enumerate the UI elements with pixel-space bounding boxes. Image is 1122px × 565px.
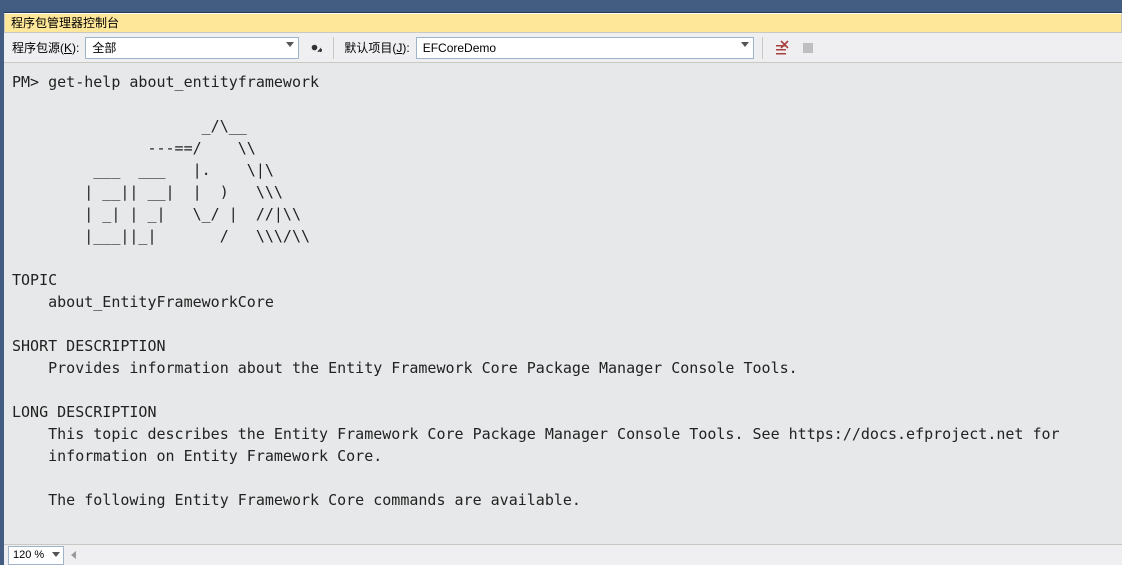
default-project-label: 默认项目(J): [342, 39, 411, 56]
chevron-down-icon [741, 42, 749, 47]
prompt: PM> [12, 73, 39, 91]
panel-title-bar: 程序包管理器控制台 [4, 13, 1122, 33]
settings-button[interactable] [303, 37, 325, 59]
chevron-down-icon [286, 42, 294, 47]
default-project-combo[interactable]: EFCoreDemo [416, 37, 754, 59]
toolbar: 程序包源(K): 全部 默认项目(J): EFCoreDemo [4, 33, 1122, 63]
gear-icon [307, 40, 322, 55]
package-source-combo[interactable]: 全部 [85, 37, 299, 59]
horizontal-scroll-left[interactable] [66, 547, 80, 564]
package-source-value: 全部 [92, 39, 116, 56]
panel-title: 程序包管理器控制台 [11, 16, 119, 30]
console-output[interactable]: PM> get-help about_entityframework _/\__… [4, 63, 1122, 544]
command-text: get-help about_entityframework [48, 73, 319, 91]
chevron-down-icon [52, 552, 60, 557]
default-project-value: EFCoreDemo [423, 41, 496, 55]
stop-icon [803, 43, 813, 53]
toolbar-separator [762, 37, 763, 59]
console-body: _/\__ ---==/ \\ ___ ___ |. \|\ | __|| __… [12, 117, 1060, 509]
zoom-combo[interactable]: 120 % [8, 546, 64, 565]
package-source-label: 程序包源(K): [10, 39, 81, 56]
zoom-value: 120 % [13, 549, 44, 561]
stop-button[interactable] [797, 37, 819, 59]
triangle-left-icon [71, 551, 76, 559]
clear-icon [774, 40, 790, 56]
status-bar: 120 % [4, 544, 1122, 565]
clear-console-button[interactable] [771, 37, 793, 59]
window-top-strip [4, 0, 1122, 13]
toolbar-separator [333, 37, 334, 59]
